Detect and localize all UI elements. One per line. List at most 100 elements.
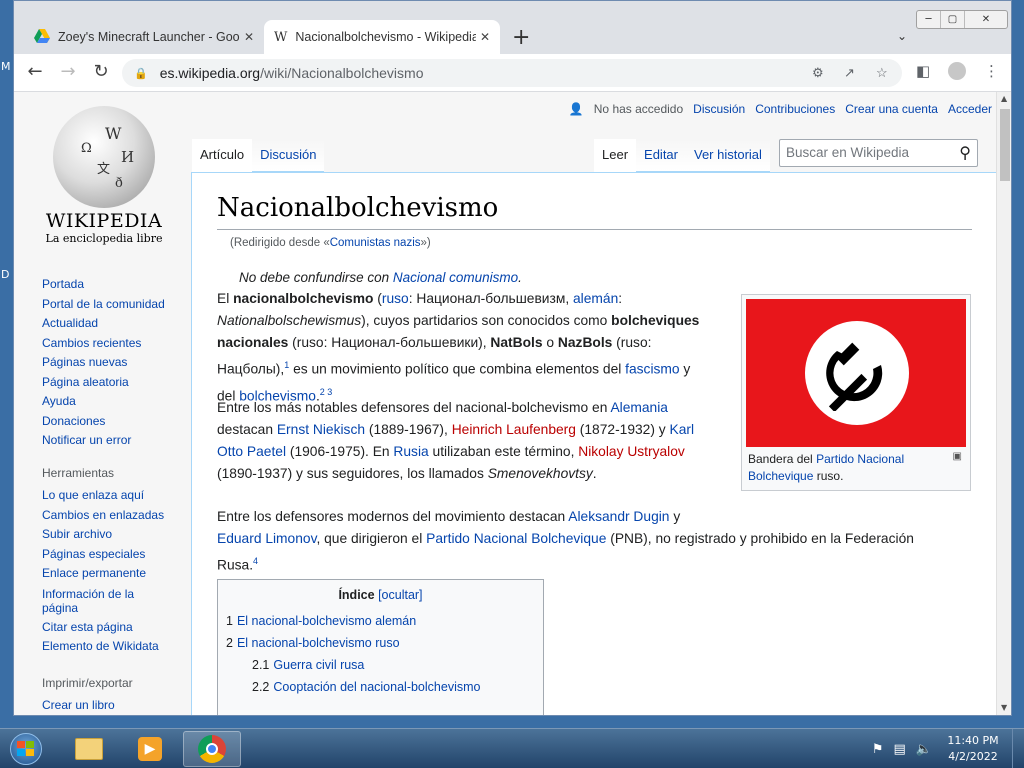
volume-icon[interactable]: 🔈: [916, 742, 932, 757]
sidebar-item-enlace-permanente[interactable]: Enlace permanente: [42, 564, 172, 584]
chrome-icon: [198, 735, 226, 763]
show-desktop-button[interactable]: [1012, 729, 1024, 768]
tab-ver-historial[interactable]: Ver historial: [686, 139, 770, 172]
toc-item[interactable]: 2 El nacional-bolchevismo ruso: [226, 632, 535, 654]
minimize-button[interactable]: ─: [917, 11, 941, 28]
scroll-down-arrow-icon[interactable]: ▼: [1001, 703, 1007, 712]
link-alemania[interactable]: Alemania: [610, 400, 668, 415]
sidebar-item-cambios-recientes[interactable]: Cambios recientes: [42, 334, 165, 354]
tab-search-icon[interactable]: ⌄: [897, 29, 907, 43]
link-rusia[interactable]: Rusia: [393, 444, 428, 459]
sidebar-item-actualidad[interactable]: Actualidad: [42, 314, 165, 334]
sidebar-heading-print: Imprimir/exportar: [42, 676, 133, 690]
sidebar-item-informacion-pagina[interactable]: Información de la página: [42, 587, 172, 615]
close-window-button[interactable]: ✕: [965, 11, 1007, 28]
sidebar-item-portada[interactable]: Portada: [42, 275, 165, 295]
browser-window: ─ ▢ ✕ Zoey's Minecraft Launcher - Goo ✕ …: [13, 0, 1012, 716]
tab-wikipedia[interactable]: W Nacionalbolchevismo - Wikipedia ✕: [264, 20, 500, 54]
sidebar-item-notificar-error[interactable]: Notificar un error: [42, 431, 165, 451]
reload-button[interactable]: ↻: [88, 61, 114, 82]
citation-1[interactable]: 1: [284, 360, 289, 370]
taskbar-explorer-button[interactable]: [60, 731, 118, 767]
link-aleman[interactable]: alemán: [573, 291, 618, 306]
back-button[interactable]: ←: [22, 61, 48, 82]
search-icon[interactable]: ⚲: [959, 143, 971, 163]
article-body: Nacionalbolchevismo (Redirigido desde «C…: [191, 172, 996, 715]
toc-item[interactable]: 2.1 Guerra civil rusa: [226, 654, 535, 676]
sidebar-item-pagina-aleatoria[interactable]: Página aleatoria: [42, 373, 165, 393]
flag-image[interactable]: [746, 299, 966, 447]
folder-icon: [75, 738, 103, 760]
maximize-button[interactable]: ▢: [941, 11, 965, 28]
sidebar-item-paginas-nuevas[interactable]: Páginas nuevas: [42, 353, 165, 373]
scrollbar-thumb[interactable]: [1000, 109, 1010, 181]
windows-logo-icon: [10, 733, 42, 765]
citation-2-3[interactable]: 2 3: [320, 387, 333, 397]
toc-toggle[interactable]: [ocultar]: [378, 588, 422, 602]
link-eduard-limonov[interactable]: Eduard Limonov: [217, 531, 316, 546]
sidebar-item-wikidata[interactable]: Elemento de Wikidata: [42, 637, 172, 657]
tab-editar[interactable]: Editar: [636, 139, 686, 172]
forward-button[interactable]: →: [55, 61, 81, 82]
sidebar-item-citar[interactable]: Citar esta página: [42, 618, 172, 638]
link-aleksandr-dugin[interactable]: Aleksandr Dugin: [568, 509, 669, 524]
citation-4[interactable]: 4: [253, 556, 258, 566]
personal-tools: 👤 No has accedido Discusión Contribucion…: [569, 102, 992, 116]
wikipedia-tagline: La enciclopedia libre: [45, 232, 163, 245]
link-karl-otto-paetel-2[interactable]: Otto Paetel: [217, 444, 286, 459]
close-tab-icon[interactable]: ✕: [476, 30, 494, 44]
sidebar-item-portal[interactable]: Portal de la comunidad: [42, 295, 165, 315]
sidebar-item-cambios-enlazadas[interactable]: Cambios en enlazadas: [42, 506, 172, 526]
personal-link-crear-cuenta[interactable]: Crear una cuenta: [845, 102, 938, 116]
paragraph-intro: El nacionalbolchevismo (ruso: Национал-б…: [217, 291, 700, 404]
hatnote-link[interactable]: Nacional comunismo: [393, 270, 518, 285]
clock[interactable]: 11:40 PM 4/2/2022: [942, 733, 1004, 765]
personal-link-acceder[interactable]: Acceder: [948, 102, 992, 116]
link-fascismo[interactable]: fascismo: [625, 362, 679, 377]
link-ernst-niekisch[interactable]: Ernst Niekisch: [277, 422, 365, 437]
action-center-icon[interactable]: ⚑: [872, 742, 884, 757]
enlarge-icon[interactable]: ▣: [953, 451, 962, 462]
taskbar-media-player-button[interactable]: ▶: [121, 731, 179, 767]
personal-link-discusion[interactable]: Discusión: [693, 102, 745, 116]
scroll-up-arrow-icon[interactable]: ▲: [1001, 94, 1007, 103]
tab-leer[interactable]: Leer: [594, 139, 637, 172]
link-nikolay-ustryalov[interactable]: Nikolay Ustryalov: [578, 444, 685, 459]
personal-link-contribuciones[interactable]: Contribuciones: [755, 102, 835, 116]
sidebar-item-crear-libro[interactable]: Crear un libro: [42, 696, 133, 715]
sidebar-item-lo-que-enlaza[interactable]: Lo que enlaza aquí: [42, 486, 172, 506]
link-karl-otto-paetel[interactable]: Karl: [670, 422, 695, 437]
profile-avatar-icon[interactable]: [948, 62, 966, 80]
toc-item[interactable]: 2.2 Cooptación del nacional-bolchevismo: [226, 676, 535, 698]
sidebar-item-donaciones[interactable]: Donaciones: [42, 412, 165, 432]
address-bar[interactable]: 🔒 es.wikipedia.org/wiki/Nacionalbolchevi…: [122, 59, 902, 87]
view-tabs: Leer Editar Ver historial: [594, 139, 770, 172]
bookmark-star-icon[interactable]: ☆: [876, 65, 888, 81]
translate-icon[interactable]: ⚙: [812, 65, 824, 81]
url-path: /wiki/Nacionalbolchevismo: [260, 65, 424, 81]
menu-kebab-icon[interactable]: ⋮: [984, 62, 999, 80]
sidebar-item-ayuda[interactable]: Ayuda: [42, 392, 165, 412]
tab-minecraft-launcher[interactable]: Zoey's Minecraft Launcher - Goo ✕: [24, 20, 264, 54]
taskbar-chrome-button[interactable]: [183, 731, 241, 767]
close-tab-icon[interactable]: ✕: [240, 30, 258, 44]
sidebar-tools: Herramientas Lo que enlaza aquí Cambios …: [42, 466, 172, 657]
tab-discusion[interactable]: Discusión: [252, 139, 325, 172]
tab-articulo[interactable]: Artículo: [192, 139, 253, 172]
link-heinrich-laufenberg[interactable]: Heinrich Laufenberg: [452, 422, 576, 437]
sidebar-item-subir-archivo[interactable]: Subir archivo: [42, 525, 172, 545]
share-icon[interactable]: ↗: [844, 65, 855, 81]
vertical-scrollbar[interactable]: ▲ ▼: [996, 92, 1011, 715]
network-icon[interactable]: ▤: [894, 742, 906, 757]
search-input[interactable]: Buscar en Wikipedia ⚲: [779, 139, 978, 167]
title-divider: [217, 229, 972, 230]
link-ruso[interactable]: ruso: [382, 291, 409, 306]
toc-item[interactable]: 1 El nacional-bolchevismo alemán: [226, 610, 535, 632]
start-button[interactable]: [3, 730, 49, 768]
side-panel-icon[interactable]: ◧: [916, 62, 930, 80]
sidebar-item-paginas-especiales[interactable]: Páginas especiales: [42, 545, 172, 565]
new-tab-button[interactable]: +: [512, 25, 530, 50]
redirect-link[interactable]: Comunistas nazis: [330, 237, 421, 249]
link-partido-nacional-bolchevique[interactable]: Partido Nacional Bolchevique: [426, 531, 606, 546]
wikipedia-logo[interactable]: W Ω И 文 ð WIKIPEDIA La enciclopedia libr…: [44, 106, 164, 245]
